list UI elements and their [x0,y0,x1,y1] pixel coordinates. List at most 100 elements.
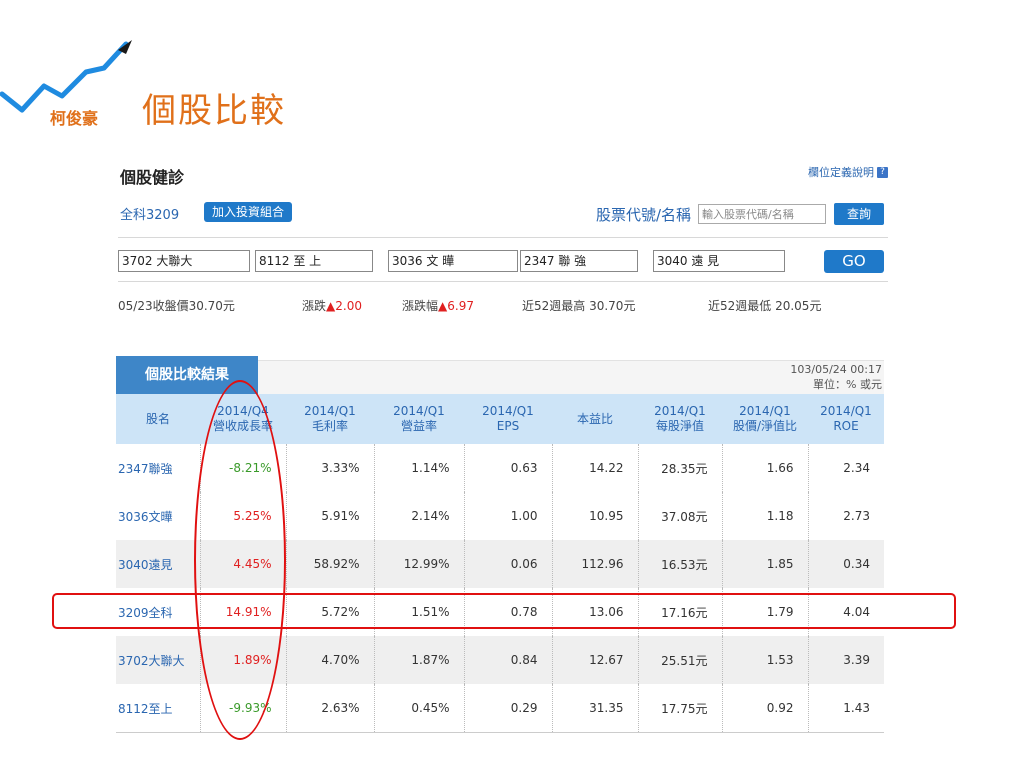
table-cell: 2.73 [807,492,884,540]
table-cell: 17.75元 [637,684,722,733]
add-to-portfolio-button[interactable]: 加入投資組合 [204,202,293,222]
revenue-growth-cell: -8.21% [199,444,286,492]
stock-link[interactable]: 2347聯強 [116,444,200,492]
compare-input-4[interactable]: 2347 聯 強 [520,250,638,272]
table-row: 3036文曄 5.25% 5.91% 2.14% 1.00 10.95 37.0… [116,492,884,540]
revenue-growth-cell: 14.91% [199,588,286,636]
col-header: 股名 [116,394,200,444]
table-cell: 2.34 [807,444,884,492]
col-header: 2014/Q4 營收成長率 [200,394,286,444]
low-52-week: 近52週最低 20.05元 [708,299,822,313]
compare-input-3[interactable]: 3036 文 曄 [388,250,518,272]
high-52-week: 近52週最高 30.70元 [522,299,636,313]
price-change-pct: 漲跌幅▲6.97 [402,297,474,314]
timestamp-value: 103/05/24 00:17 [790,363,882,376]
slide-header: 柯俊豪 個股比較 [0,38,420,138]
table-cell: 13.06 [551,588,638,636]
table-cell: 1.14% [373,444,464,492]
price-change-pct-label: 漲跌幅 [402,299,439,313]
help-link[interactable]: 欄位定義說明 ? [808,164,888,180]
price-change-pct-value: ▲6.97 [438,299,474,313]
stock-link[interactable]: 3040遠見 [116,540,200,588]
result-tab[interactable]: 個股比較結果 [116,356,258,394]
query-button[interactable]: 查詢 [834,203,884,225]
table-cell: 1.79 [721,588,808,636]
col-header: 2014/Q1 EPS [464,394,552,444]
table-cell: 17.16元 [637,588,722,636]
stock-code-input[interactable]: 輸入股票代碼/名稱 [698,204,826,224]
table-cell: 112.96 [551,540,638,588]
unit-label: 單位：% 或元 [813,378,882,391]
stock-link[interactable]: 8112至上 [116,684,200,733]
col-header: 2014/Q1 股價/淨值比 [722,394,808,444]
table-cell: 28.35元 [637,444,722,492]
col-header: 2014/Q1 每股淨值 [638,394,722,444]
divider [118,281,888,282]
result-timestamp: 103/05/24 00:17 單位：% 或元 [790,362,882,392]
stock-link[interactable]: 3036文曄 [116,492,200,540]
table-cell: 4.04 [807,588,884,636]
table-cell: 0.29 [463,684,552,733]
table-cell: 0.84 [463,636,552,684]
revenue-growth-cell: -9.93% [199,684,286,733]
table-cell: 5.72% [285,588,374,636]
table-cell: 4.70% [285,636,374,684]
col-header: 本益比 [552,394,638,444]
help-link-label[interactable]: 欄位定義說明 [808,164,874,180]
table-cell: 1.18 [721,492,808,540]
table-cell: 16.53元 [637,540,722,588]
table-cell: 2.14% [373,492,464,540]
panel-title: 個股健診 [120,168,185,187]
table-cell: 14.22 [551,444,638,492]
close-price: 05/23收盤價30.70元 [118,299,235,313]
table-row: 8112至上 -9.93% 2.63% 0.45% 0.29 31.35 17.… [116,684,884,733]
stock-name-link[interactable]: 全科3209 [120,204,179,223]
table-cell: 12.67 [551,636,638,684]
table-header-row: 股名 2014/Q4 營收成長率 2014/Q1 毛利率 2014/Q1 營益率 20… [116,394,884,444]
compare-input-2[interactable]: 8112 至 上 [255,250,373,272]
table-cell: 1.00 [463,492,552,540]
table-cell: 1.87% [373,636,464,684]
table-cell: 3.33% [285,444,374,492]
table-cell: 5.91% [285,492,374,540]
table-cell: 1.53 [721,636,808,684]
author-name: 柯俊豪 [50,109,99,128]
compare-input-1[interactable]: 3702 大聯大 [118,250,250,272]
table-row: 3209全科 14.91% 5.72% 1.51% 0.78 13.06 17.… [116,588,884,636]
compare-input-5[interactable]: 3040 遠 見 [653,250,785,272]
revenue-growth-cell: 5.25% [199,492,286,540]
help-icon[interactable]: ? [877,166,888,178]
go-button[interactable]: GO [824,250,884,273]
stock-link[interactable]: 3702大聯大 [116,636,200,684]
col-header: 2014/Q1 ROE [808,394,884,444]
table-row: 3702大聯大 1.89% 4.70% 1.87% 0.84 12.67 25.… [116,636,884,684]
revenue-growth-cell: 4.45% [199,540,286,588]
col-header: 2014/Q1 毛利率 [286,394,374,444]
col-header: 2014/Q1 營益率 [374,394,464,444]
stock-link[interactable]: 3209全科 [116,588,200,636]
slide-title: 個股比較 [142,91,286,131]
table-cell: 10.95 [551,492,638,540]
table-row: 3040遠見 4.45% 58.92% 12.99% 0.06 112.96 1… [116,540,884,588]
revenue-growth-cell: 1.89% [199,636,286,684]
table-cell: 1.43 [807,684,884,733]
table-cell: 1.51% [373,588,464,636]
code-label: 股票代號/名稱 [596,206,692,224]
table-cell: 2.63% [285,684,374,733]
table-cell: 0.34 [807,540,884,588]
table-cell: 3.39 [807,636,884,684]
divider [118,237,888,238]
price-change: 漲跌▲2.00 [302,297,362,314]
price-change-value: ▲2.00 [326,299,362,313]
table-cell: 1.85 [721,540,808,588]
table-cell: 25.51元 [637,636,722,684]
table-cell: 0.45% [373,684,464,733]
table-cell: 0.92 [721,684,808,733]
table-cell: 0.63 [463,444,552,492]
compare-table: 股名 2014/Q4 營收成長率 2014/Q1 毛利率 2014/Q1 營益率 20… [116,394,884,733]
table-cell: 12.99% [373,540,464,588]
table-cell: 58.92% [285,540,374,588]
table-cell: 31.35 [551,684,638,733]
table-cell: 0.78 [463,588,552,636]
price-change-label: 漲跌 [302,299,327,313]
